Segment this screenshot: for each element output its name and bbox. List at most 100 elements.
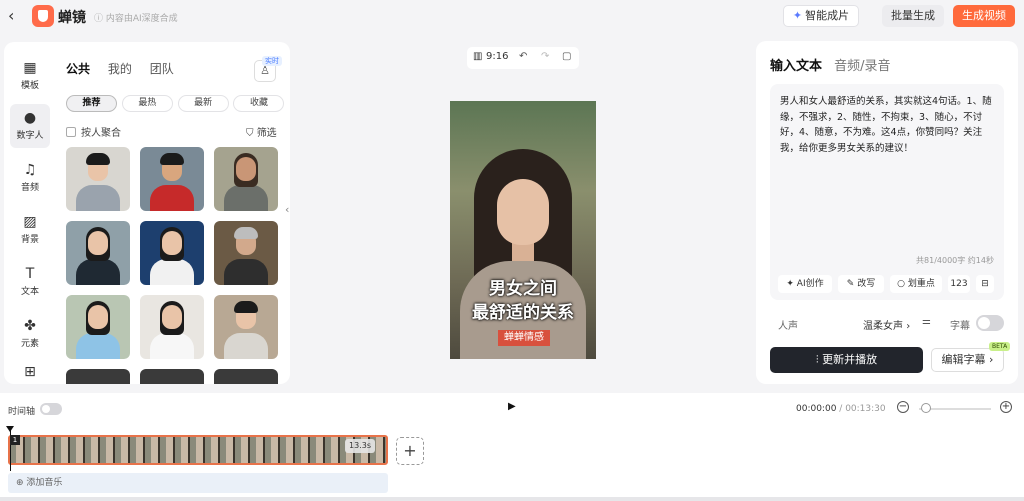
video-tag: 蝉蝉情感 bbox=[498, 330, 550, 346]
checkbox-icon bbox=[66, 127, 76, 137]
preview-toolbar: ▥ 9:16 ↶ ↷ ▢ bbox=[467, 47, 579, 69]
back-arrow-icon[interactable]: ‹ bbox=[8, 7, 26, 25]
clip-duration: 13.3s bbox=[345, 439, 375, 453]
playhead[interactable] bbox=[6, 426, 14, 471]
chevron-right-icon: › bbox=[906, 321, 911, 332]
avatar-card[interactable] bbox=[214, 295, 278, 359]
pill-hottest[interactable]: 最热 bbox=[121, 95, 173, 112]
avatar-grid bbox=[66, 147, 282, 384]
script-textarea[interactable]: 男人和女人最舒适的关系，其实就这4句话。1、随缘，不强求，2、随性，不拘束，3、… bbox=[770, 84, 1004, 300]
safe-area-icon[interactable]: ▢ bbox=[562, 51, 571, 62]
redo-icon[interactable]: ↷ bbox=[541, 51, 549, 62]
template-icon: ▦ bbox=[23, 60, 37, 76]
tab-input-text[interactable]: 输入文本 bbox=[770, 59, 822, 74]
voice-selector[interactable]: 温柔女声 › bbox=[863, 317, 910, 332]
tab-public[interactable]: 公共 bbox=[66, 62, 90, 76]
ai-create-button[interactable]: ✦ AI创作 bbox=[778, 275, 832, 293]
voice-label: 人声 bbox=[778, 321, 798, 332]
undo-icon[interactable]: ↶ bbox=[519, 51, 527, 62]
clear-icon[interactable]: ⊟ bbox=[976, 275, 994, 293]
tab-team[interactable]: 团队 bbox=[150, 62, 174, 76]
video-title-line2: 最舒适的关系 bbox=[472, 303, 574, 323]
background-icon: ▨ bbox=[23, 214, 37, 230]
sidebar-item-template[interactable]: ▦ 模板 bbox=[10, 54, 50, 98]
sidebar-item-upload[interactable]: ⊞ bbox=[10, 358, 50, 384]
avatar-card[interactable] bbox=[66, 295, 130, 359]
tab-mine[interactable]: 我的 bbox=[108, 62, 132, 76]
char-count: 共81/4000字 约14秒 bbox=[916, 256, 994, 265]
edit-captions-button[interactable]: 编辑字幕 › bbox=[931, 348, 1004, 372]
caption-label: 字幕 bbox=[950, 321, 970, 332]
wand-icon: ✦ bbox=[792, 9, 803, 22]
timeline-label: 时间轴 bbox=[8, 407, 36, 417]
time-readout: 00:00:00 / 00:13:30 bbox=[796, 404, 886, 414]
filter-icon: ⛉ bbox=[246, 128, 254, 139]
aggregate-by-person-checkbox[interactable]: 按人聚合 bbox=[66, 124, 121, 139]
video-clip[interactable] bbox=[8, 435, 388, 465]
avatar-card[interactable] bbox=[140, 295, 204, 359]
avatar-library: 公共 我的 团队 ♙ 实时 推荐 最热 最新 收藏 按人聚合 ⛉ 筛选 bbox=[56, 42, 290, 384]
avatar-card[interactable] bbox=[140, 221, 204, 285]
smart-video-button[interactable]: ✦ 智能成片 bbox=[783, 5, 859, 27]
elements-icon: ✤ bbox=[24, 318, 36, 334]
clip-index: 1 bbox=[10, 435, 20, 445]
avatar-card[interactable] bbox=[66, 221, 130, 285]
video-preview[interactable]: 男女之间 最舒适的关系 蝉蝉情感 bbox=[450, 101, 596, 359]
presenter-face bbox=[497, 179, 549, 245]
zoom-out-icon[interactable]: − bbox=[897, 401, 909, 413]
avatar-card[interactable] bbox=[214, 147, 278, 211]
filter-button[interactable]: ⛉ 筛选 bbox=[246, 124, 277, 139]
caption-toggle[interactable] bbox=[976, 315, 1004, 331]
avatar-card[interactable] bbox=[140, 369, 204, 384]
highlight-button[interactable]: ○ 划重点 bbox=[890, 275, 942, 293]
editor-tabs: 输入文本 音频/录音 bbox=[770, 55, 899, 74]
sidebar-item-digital-human[interactable]: ● 数字人 bbox=[10, 104, 50, 148]
video-title-line1: 男女之间 bbox=[489, 279, 557, 299]
asset-panel: ▦ 模板 ● 数字人 ♫ 音频 ▨ 背景 T 文本 ✤ 元素 ⊞ 公共 我的 团队 ♙ 实时… bbox=[4, 42, 290, 384]
wand-icon: ✦ bbox=[786, 279, 794, 289]
sidebar-item-background[interactable]: ▨ 背景 bbox=[10, 208, 50, 252]
library-tabs: 公共 我的 团队 bbox=[66, 60, 188, 77]
voice-adjust-icon[interactable]: ⚌ bbox=[922, 316, 931, 327]
update-and-play-button[interactable]: ⫶ 更新并播放 bbox=[770, 347, 923, 373]
pill-favorites[interactable]: 收藏 bbox=[233, 95, 285, 112]
avatar-card[interactable] bbox=[66, 147, 130, 211]
add-music-track[interactable]: ⊕ 添加音乐 bbox=[8, 473, 388, 493]
rewrite-button[interactable]: ✎ 改写 bbox=[838, 275, 884, 293]
brand-name: 蝉镜 bbox=[58, 10, 86, 26]
sidebar-item-text[interactable]: T 文本 bbox=[10, 260, 50, 304]
avatar-card[interactable] bbox=[66, 369, 130, 384]
music-note-icon: ♫ bbox=[23, 162, 37, 178]
circle-icon: ○ bbox=[897, 279, 905, 289]
avatar-card[interactable] bbox=[214, 369, 278, 384]
filter-pills: 推荐 最热 最新 收藏 bbox=[66, 94, 285, 112]
aspect-ratio-icon[interactable]: ▥ bbox=[473, 51, 482, 62]
add-clip-button[interactable]: + bbox=[396, 437, 424, 465]
chevron-right-icon: › bbox=[989, 353, 994, 366]
script-text[interactable]: 男人和女人最舒适的关系，其实就这4句话。1、随缘，不强求，2、随性，不拘束，3、… bbox=[780, 94, 994, 156]
aspect-ratio-value[interactable]: 9:16 bbox=[486, 51, 508, 62]
waveform-icon: ⫶ bbox=[815, 353, 819, 366]
timeline: 时间轴 ▶ 00:00:00 / 00:13:30 − + 1 13.3s + … bbox=[0, 393, 1024, 501]
avatar-card[interactable] bbox=[214, 221, 278, 285]
zoom-slider-handle[interactable] bbox=[921, 403, 931, 413]
generate-video-button[interactable]: 生成视频 bbox=[953, 5, 1015, 27]
ai-disclaimer: ⓘ 内容由AI深度合成 bbox=[94, 14, 178, 24]
realtime-badge: 实时 bbox=[262, 56, 282, 66]
digital-human-icon: ● bbox=[23, 110, 37, 126]
sidebar-item-elements[interactable]: ✤ 元素 bbox=[10, 312, 50, 356]
collapse-panel-icon[interactable]: ‹ bbox=[285, 203, 295, 223]
number-format-button[interactable]: 123 bbox=[948, 275, 970, 293]
play-icon[interactable]: ▶ bbox=[508, 401, 516, 412]
avatar-card[interactable] bbox=[140, 147, 204, 211]
pill-recommended[interactable]: 推荐 bbox=[66, 95, 117, 112]
zoom-in-icon[interactable]: + bbox=[1000, 401, 1012, 413]
music-add-icon: ⊕ bbox=[16, 478, 24, 488]
batch-generate-button[interactable]: 批量生成 bbox=[882, 5, 944, 27]
timeline-toggle[interactable] bbox=[40, 403, 62, 415]
voice-settings-row: 人声 温柔女声 › ⚌ 字幕 bbox=[770, 313, 1004, 333]
tab-audio-recording[interactable]: 音频/录音 bbox=[834, 59, 890, 74]
timeline-scrollbar[interactable] bbox=[0, 497, 1024, 501]
pill-newest[interactable]: 最新 bbox=[177, 95, 229, 112]
sidebar-item-audio[interactable]: ♫ 音频 bbox=[10, 156, 50, 200]
